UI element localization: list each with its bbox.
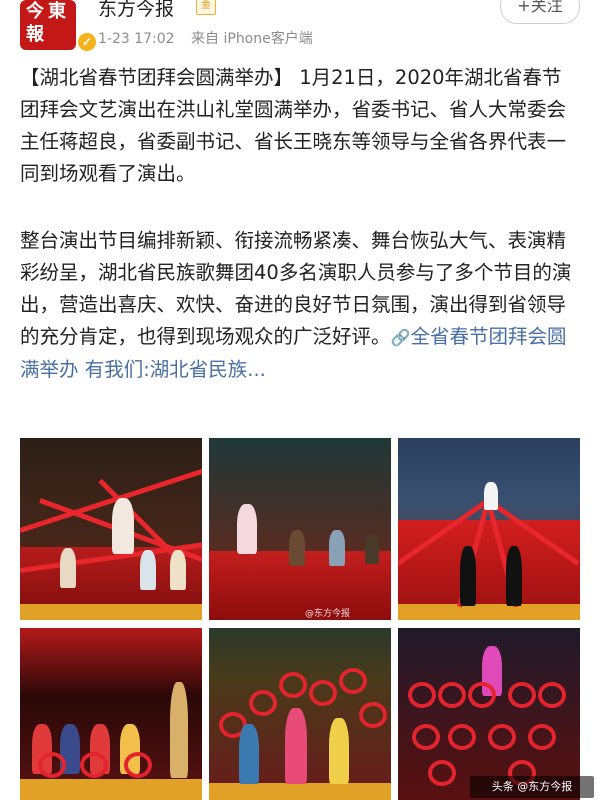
post-header: 今 東 報 ✓ 东方今报 金 1-23 17:02 来自 iPhone客户端 +… [0,0,600,58]
post-time: 1-23 17:02 [98,31,175,47]
photo-6[interactable] [398,628,580,800]
post-source: 来自 iPhone客户端 [191,31,313,47]
post-body: 【湖北省春节团拜会圆满举办】 1月21日，2020年湖北省春节团拜会文艺演出在洪… [20,62,580,386]
corner-watermark: 头条 @东方今报 [470,776,594,798]
photo-5[interactable] [209,628,391,800]
photo-2[interactable]: @东方今报 [209,438,391,620]
member-badge-icon[interactable]: 金 [196,0,216,15]
photo-2-watermark: @东方今报 [305,609,351,619]
link-icon: 🔗 [390,328,411,347]
post-paragraph-1: 【湖北省春节团拜会圆满举办】 1月21日，2020年湖北省春节团拜会文艺演出在洪… [20,66,567,185]
follow-button[interactable]: +关注 [500,0,580,24]
avatar-char-2: 東 [48,1,66,22]
photo-1[interactable] [20,438,202,620]
avatar-char-1: 今 [26,1,44,22]
account-name[interactable]: 东方今报 [98,0,174,21]
post-meta: 1-23 17:02 来自 iPhone客户端 [98,28,313,48]
avatar-char-3: 報 [26,24,44,45]
avatar[interactable]: 今 東 報 ✓ [20,0,98,53]
post-paragraph-2: 整台演出节目编排新颖、衔接流畅紧凑、舞台恢弘大气、表演精彩纷呈，湖北省民族歌舞团… [20,225,580,386]
verified-icon: ✓ [76,31,98,53]
photo-3[interactable] [398,438,580,620]
photo-4[interactable] [20,628,202,800]
